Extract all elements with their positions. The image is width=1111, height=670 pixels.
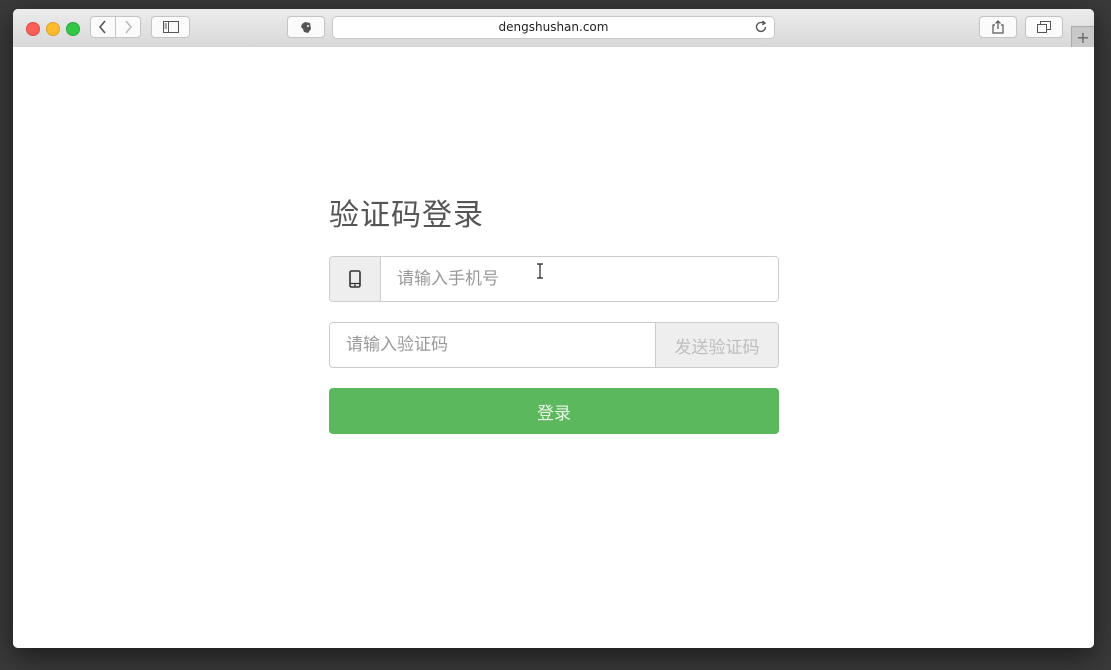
close-window-button[interactable]	[26, 22, 40, 36]
back-button[interactable]	[90, 16, 116, 38]
page-title: 验证码登录	[329, 198, 484, 233]
phone-addon	[330, 257, 381, 301]
verification-code-input[interactable]	[330, 323, 655, 367]
forward-button[interactable]	[115, 16, 141, 38]
share-button[interactable]	[979, 16, 1017, 38]
page-content: 验证码登录 发送验证码 登录	[13, 47, 1094, 648]
address-bar[interactable]: dengshushan.com	[332, 16, 775, 39]
show-tabs-button[interactable]	[1025, 16, 1063, 38]
mobile-phone-icon	[349, 270, 361, 288]
text-cursor-icon	[537, 263, 543, 279]
maximize-window-button[interactable]	[66, 22, 80, 36]
chevron-left-icon	[98, 20, 106, 34]
browser-window: dengshushan.com + 验证码登录 请输入手机号 请输入验证码 发送…	[13, 9, 1094, 648]
phone-number-input[interactable]	[381, 257, 778, 301]
minimize-window-button[interactable]	[46, 22, 60, 36]
verification-code-group: 发送验证码	[329, 322, 779, 368]
reload-icon[interactable]	[754, 20, 768, 34]
chevron-right-icon	[125, 20, 133, 34]
evernote-extension-button[interactable]	[287, 16, 325, 38]
new-tab-button[interactable]: +	[1071, 26, 1094, 47]
url-text: dengshushan.com	[498, 20, 609, 34]
elephant-icon	[301, 21, 311, 33]
login-button[interactable]: 登录	[329, 388, 779, 434]
tabs-overview-icon	[1037, 21, 1051, 33]
share-icon	[992, 20, 1004, 34]
sidebar-toggle-button[interactable]	[151, 16, 190, 38]
send-code-button[interactable]: 发送验证码	[655, 323, 778, 367]
browser-toolbar: dengshushan.com +	[13, 9, 1094, 48]
phone-input-group	[329, 256, 779, 302]
sidebar-icon	[162, 21, 179, 33]
